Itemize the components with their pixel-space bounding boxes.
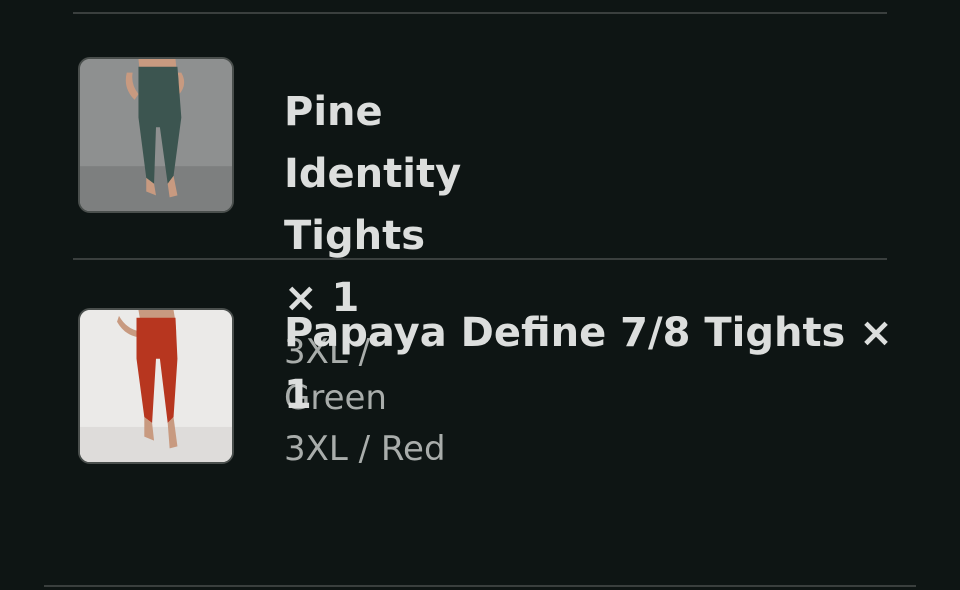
product-variant: 3XL / Red bbox=[284, 429, 446, 469]
bottom-divider bbox=[44, 585, 916, 587]
product-thumbnail[interactable] bbox=[78, 308, 234, 464]
item-info: Papaya Define 7/8 Tights × 1 3XL / Red bbox=[284, 302, 904, 472]
product-name: Pine Identity Tights × 1 bbox=[284, 89, 462, 321]
leggings-image bbox=[80, 59, 232, 211]
top-divider bbox=[73, 12, 887, 14]
product-name: Papaya Define 7/8 Tights × 1 bbox=[284, 310, 893, 418]
product-thumbnail[interactable] bbox=[78, 57, 234, 213]
item-divider bbox=[73, 258, 887, 260]
leggings-image bbox=[80, 310, 232, 462]
